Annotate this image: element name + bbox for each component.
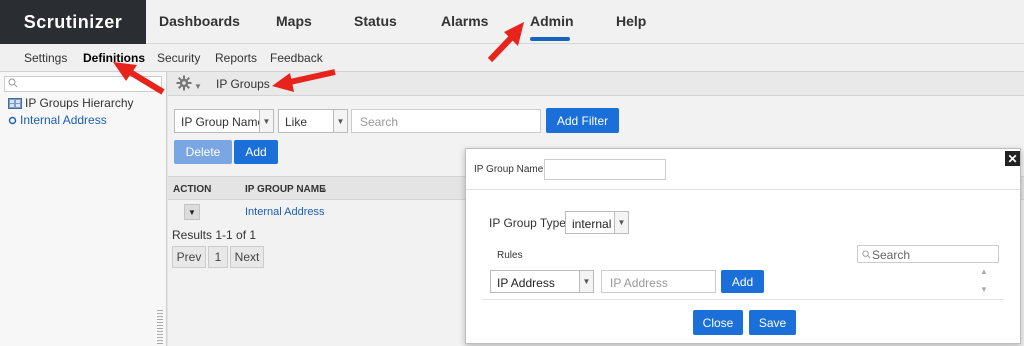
ip-group-name-input[interactable] <box>544 159 666 180</box>
close-button[interactable]: Close <box>693 310 743 335</box>
chevron-down-icon: ▼ <box>333 110 347 132</box>
subnav-settings[interactable]: Settings <box>24 51 67 65</box>
save-button[interactable]: Save <box>749 310 796 335</box>
nav-alarms[interactable]: Alarms <box>441 13 488 29</box>
close-icon[interactable]: ✕ <box>1005 151 1020 166</box>
modal-divider <box>466 189 1020 190</box>
rule-type-select[interactable]: IP Address ▼ <box>490 270 594 293</box>
page-number-button[interactable]: 1 <box>208 246 228 268</box>
search-icon <box>8 78 18 88</box>
rule-ip-address-input[interactable]: IP Address <box>601 270 716 293</box>
chevron-down-icon: ▼ <box>579 271 593 292</box>
rules-scrollbar[interactable]: ▲ ▼ <box>978 267 990 297</box>
ip-group-modal: ✕ IP Group Name: IP Group Type: internal… <box>465 148 1021 344</box>
panel-resize-handle[interactable] <box>157 310 163 344</box>
results-count: Results 1-1 of 1 <box>172 228 257 242</box>
add-filter-button[interactable]: Add Filter <box>546 108 619 133</box>
row-action-toggle[interactable]: ▼ <box>184 204 200 220</box>
chevron-down-icon: ▼ <box>259 110 273 132</box>
scroll-up-icon[interactable]: ▲ <box>980 267 988 276</box>
filter-field-value: IP Group Name <box>181 115 265 129</box>
tree-search-input[interactable] <box>4 76 162 92</box>
rules-label: Rules <box>497 250 523 261</box>
filter-field-select[interactable]: IP Group Name ▼ <box>174 109 274 133</box>
delete-button[interactable]: Delete <box>174 140 232 164</box>
nav-status[interactable]: Status <box>354 13 397 29</box>
sort-icon[interactable]: ▲ <box>320 184 328 193</box>
ip-group-name-label: IP Group Name: <box>474 164 547 175</box>
main-header: ▼ IP Groups <box>168 72 1024 96</box>
subnav-reports[interactable]: Reports <box>215 51 257 65</box>
filter-operator-value: Like <box>285 115 308 129</box>
gear-menu[interactable]: ▼ <box>176 75 202 91</box>
ip-group-type-select[interactable]: internal ▼ <box>565 211 629 234</box>
rule-type-value: IP Address <box>497 276 555 290</box>
active-nav-indicator <box>530 37 570 41</box>
nav-admin[interactable]: Admin <box>530 13 574 29</box>
nav-dashboards[interactable]: Dashboards <box>159 13 240 29</box>
filter-search-input[interactable]: Search <box>351 109 541 133</box>
left-tree-panel: IP Groups Hierarchy Internal Address <box>0 72 167 346</box>
hierarchy-icon <box>8 97 22 109</box>
chevron-down-icon: ▼ <box>194 81 202 91</box>
ip-address-placeholder: IP Address <box>610 276 668 290</box>
gear-icon <box>176 75 192 91</box>
subnav-definitions[interactable]: Definitions <box>83 51 145 65</box>
app-logo[interactable]: Scrutinizer <box>0 0 146 44</box>
rules-search-input[interactable]: Search <box>857 245 999 263</box>
add-button[interactable]: Add <box>234 140 278 164</box>
column-header-action[interactable]: ACTION <box>173 184 211 195</box>
modal-footer-divider <box>482 299 1004 300</box>
top-navigation: Scrutinizer Dashboards Maps Status Alarm… <box>0 0 1024 44</box>
tree-item-label: IP Groups Hierarchy <box>25 96 134 110</box>
search-icon <box>862 250 871 259</box>
nav-help[interactable]: Help <box>616 13 646 29</box>
column-header-ip-group-name[interactable]: IP GROUP NAME <box>245 184 326 195</box>
filter-operator-select[interactable]: Like ▼ <box>278 109 348 133</box>
tree-item-internal-address[interactable]: Internal Address <box>8 113 107 127</box>
subnav-security[interactable]: Security <box>157 51 200 65</box>
chevron-down-icon: ▼ <box>614 212 628 233</box>
node-icon <box>8 116 17 124</box>
table-cell-ip-group-name[interactable]: Internal Address <box>245 206 325 218</box>
add-rule-button[interactable]: Add <box>721 270 764 293</box>
ip-group-type-value: internal <box>572 217 612 231</box>
prev-page-button[interactable]: Prev <box>172 246 206 268</box>
nav-maps[interactable]: Maps <box>276 13 312 29</box>
next-page-button[interactable]: Next <box>230 246 264 268</box>
search-placeholder: Search <box>360 115 399 129</box>
tree-item-label: Internal Address <box>20 113 107 127</box>
scroll-down-icon[interactable]: ▼ <box>980 285 988 294</box>
ip-group-type-label: IP Group Type: <box>489 216 570 230</box>
subnav-feedback[interactable]: Feedback <box>270 51 323 65</box>
page-title: IP Groups <box>216 77 270 91</box>
search-placeholder: Search <box>872 248 911 262</box>
tree-item-ip-groups-hierarchy[interactable]: IP Groups Hierarchy <box>8 96 134 110</box>
sub-navigation: Settings Definitions Security Reports Fe… <box>0 44 1024 72</box>
